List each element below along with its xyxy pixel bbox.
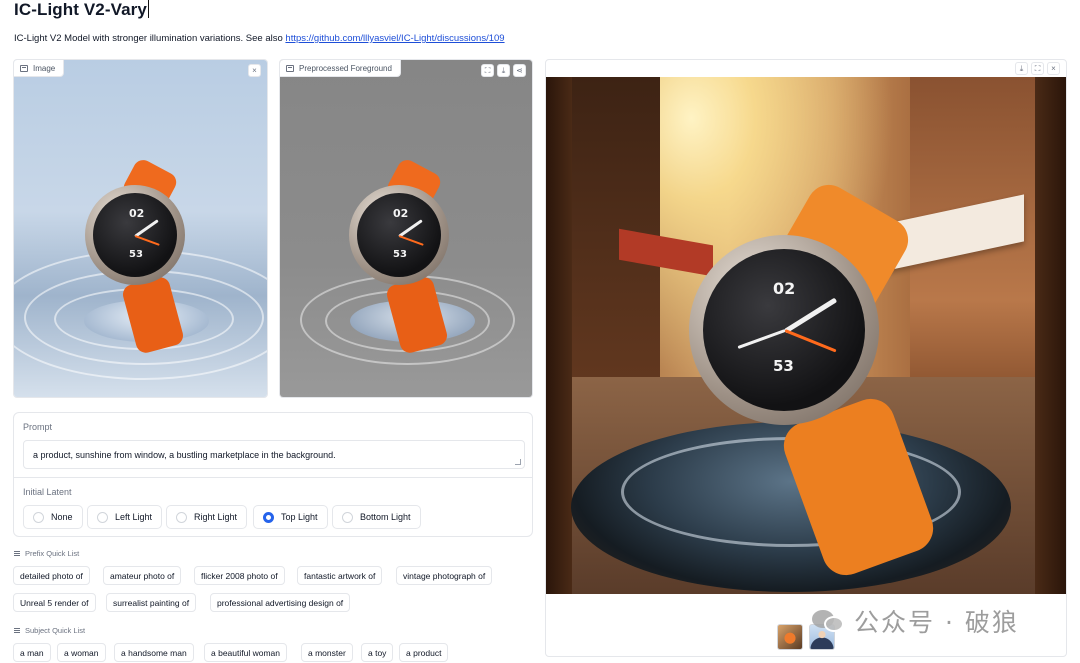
prefix-chip[interactable]: amateur photo of <box>103 566 182 585</box>
list-icon <box>14 628 20 633</box>
input-image: 02 53 <box>14 60 267 397</box>
window-frame-left <box>546 77 572 594</box>
output-close-button[interactable]: × <box>1047 62 1060 75</box>
input-image-panel[interactable]: Image × 02 53 <box>13 59 268 398</box>
subject-chip[interactable]: a monster <box>301 643 353 662</box>
input-image-label: Image <box>14 60 65 77</box>
watch-digits-top: 02 <box>773 279 796 298</box>
share-icon: ⋖ <box>516 65 523 75</box>
download-button[interactable]: ⤓ <box>497 64 510 77</box>
preprocessed-foreground-label: Preprocessed Foreground <box>280 60 401 77</box>
close-icon: × <box>1051 63 1056 73</box>
prefix-chip[interactable]: detailed photo of <box>13 566 90 585</box>
prompt-label: Prompt <box>23 422 53 432</box>
watch: 02 53 <box>343 156 473 356</box>
prefix-chip[interactable]: Unreal 5 render of <box>13 593 96 612</box>
share-button[interactable]: ⋖ <box>513 64 526 77</box>
latent-option-left-light[interactable]: Left Light <box>87 505 163 529</box>
subject-chip[interactable]: a man <box>13 643 51 662</box>
subject-quick-list-label: Subject Quick List <box>14 626 85 635</box>
clear-image-button[interactable]: × <box>248 64 261 77</box>
prompt-settings-box: Prompt a product, sunshine from window, … <box>13 412 533 537</box>
prompt-input[interactable]: a product, sunshine from window, a bustl… <box>23 440 525 469</box>
wechat-icon <box>812 608 846 634</box>
watch-digits-bottom: 53 <box>129 249 143 260</box>
subject-chip[interactable]: a toy <box>361 643 394 662</box>
latent-option-top-light[interactable]: Top Light <box>253 505 328 529</box>
page-description: IC-Light V2 Model with stronger illumina… <box>14 33 505 44</box>
subject-chip[interactable]: a woman <box>57 643 106 662</box>
subject-chip[interactable]: a handsome man <box>114 643 194 662</box>
initial-latent-label: Initial Latent <box>23 487 72 497</box>
window-frame-right <box>1034 77 1066 594</box>
discussion-link[interactable]: https://github.com/lllyasviel/IC-Light/d… <box>285 33 504 44</box>
fullscreen-icon: ⛶ <box>484 65 491 75</box>
watch-digits-top: 02 <box>393 207 409 220</box>
output-image[interactable]: 02 53 <box>546 77 1066 594</box>
watch-digits-bottom: 53 <box>773 357 794 375</box>
preprocessed-image: 02 53 <box>280 60 532 397</box>
close-icon: × <box>252 65 257 75</box>
page-title: IC-Light V2-Vary <box>14 0 149 19</box>
preprocessed-foreground-panel[interactable]: Preprocessed Foreground ⛶ ⤓ ⋖ 02 53 <box>279 59 533 398</box>
download-icon: ⤓ <box>1019 63 1024 73</box>
output-gallery-panel[interactable]: ⤓ ⛶ × 02 53 <box>545 59 1067 657</box>
subject-chip[interactable]: a beautiful woman <box>204 643 287 662</box>
section-divider <box>14 477 532 478</box>
prefix-chip[interactable]: surrealist painting of <box>106 593 197 612</box>
latent-option-bottom-light[interactable]: Bottom Light <box>332 505 421 529</box>
prefix-chip[interactable]: vintage photograph of <box>396 566 493 585</box>
output-download-button[interactable]: ⤓ <box>1015 62 1028 75</box>
latent-option-none[interactable]: None <box>23 505 83 529</box>
prefix-chip[interactable]: professional advertising design of <box>210 593 351 612</box>
resize-handle-icon[interactable] <box>515 459 521 465</box>
subject-chip[interactable]: a product <box>399 643 449 662</box>
fullscreen-icon: ⛶ <box>1034 63 1041 73</box>
output-fullscreen-button[interactable]: ⛶ <box>1031 62 1044 75</box>
image-icon <box>20 64 28 72</box>
watch-digits-top: 02 <box>129 207 145 220</box>
image-icon <box>286 64 294 72</box>
fullscreen-button[interactable]: ⛶ <box>481 64 494 77</box>
prefix-quick-list-label: Prefix Quick List <box>14 549 79 558</box>
list-icon <box>14 551 20 556</box>
watch: 02 53 <box>681 176 940 582</box>
download-icon: ⤓ <box>501 65 506 75</box>
watch: 02 53 <box>79 156 209 356</box>
prefix-chip[interactable]: flicker 2008 photo of <box>194 566 285 585</box>
gallery-thumbnail-watch[interactable] <box>777 624 803 650</box>
latent-option-right-light[interactable]: Right Light <box>166 505 248 529</box>
watermark: 公众号 · 破狼 <box>812 603 1019 639</box>
watch-digits-bottom: 53 <box>393 249 407 260</box>
prefix-chip[interactable]: fantastic artwork of <box>297 566 383 585</box>
